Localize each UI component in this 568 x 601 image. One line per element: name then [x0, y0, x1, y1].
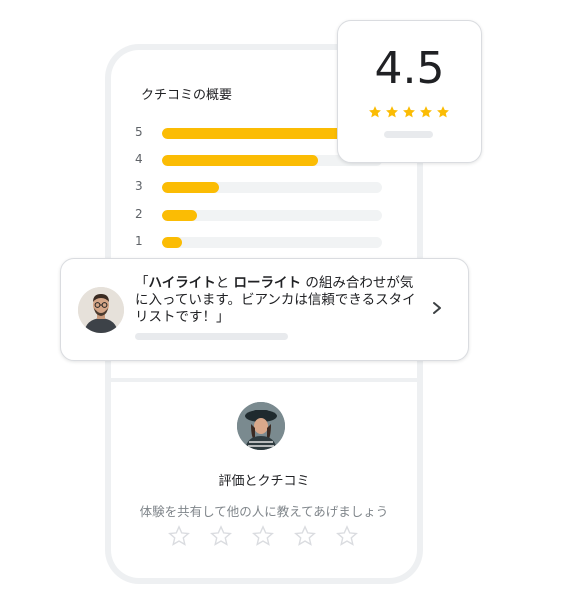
man-avatar-icon [78, 287, 124, 333]
rating-bar-label: 4 [135, 152, 143, 166]
rating-bar-fill [162, 237, 182, 248]
rating-bar-row-1: 1 [135, 234, 385, 249]
review-text: 「ハイライトと ローライト の組み合わせが気に入っています。ビアンカは信頼できる… [135, 275, 425, 326]
woman-avatar [237, 402, 285, 450]
man-avatar [78, 287, 124, 333]
summary-title: クチコミの概要 [141, 88, 233, 103]
rating-bar-label: 5 [135, 125, 143, 139]
chevron-right-icon[interactable] [429, 299, 445, 317]
average-rating-stars [368, 105, 450, 119]
rating-bar-label: 1 [135, 234, 143, 248]
review-text-segment: と [215, 275, 230, 291]
review-card[interactable]: 「ハイライトと ローライト の組み合わせが気に入っています。ビアンカは信頼できる… [60, 258, 469, 361]
placeholder-line [384, 131, 433, 138]
star-outline-icon[interactable] [167, 524, 191, 548]
star-outline-icon[interactable] [251, 524, 275, 548]
star-filled-icon [386, 106, 398, 118]
rating-bar-track [162, 182, 382, 193]
review-highlight: ハイライト [148, 275, 216, 291]
rating-bar-label: 3 [135, 179, 143, 193]
rating-bar-row-2: 2 [135, 207, 385, 222]
average-rating-card: 4.5 [337, 20, 482, 163]
rating-bar-fill [162, 182, 220, 193]
rating-bar-fill [162, 210, 198, 221]
star-input [167, 524, 359, 548]
woman-avatar-icon [237, 402, 285, 450]
rating-bar-fill [162, 128, 349, 139]
star-filled-icon [369, 106, 381, 118]
rating-bar-track [162, 210, 382, 221]
placeholder-line [135, 333, 288, 340]
average-rating-value: 4.5 [374, 43, 445, 94]
compose-subtitle: 体験を共有して他の人に教えてあげましょう [139, 504, 389, 519]
star-filled-icon [403, 106, 415, 118]
star-outline-icon[interactable] [335, 524, 359, 548]
star-outline-icon[interactable] [293, 524, 317, 548]
star-filled-icon [437, 106, 449, 118]
review-highlight: ローライト [233, 275, 302, 291]
compose-title: 評価とクチコミ [218, 474, 310, 489]
rating-bar-row-3: 3 [135, 179, 385, 194]
star-outline-icon[interactable] [209, 524, 233, 548]
rating-bar-label: 2 [135, 207, 143, 221]
star-filled-icon [420, 106, 432, 118]
review-quote-open: 「 [135, 275, 149, 291]
rating-bar-track [162, 237, 382, 248]
section-divider [111, 378, 417, 382]
rating-bar-fill [162, 155, 319, 166]
